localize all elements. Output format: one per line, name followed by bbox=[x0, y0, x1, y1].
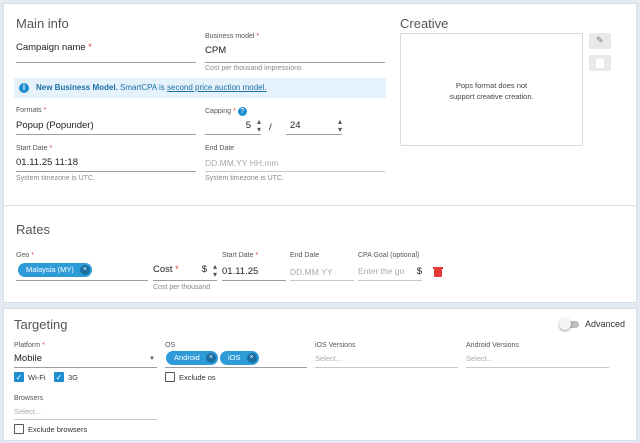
cost-currency: $ bbox=[201, 264, 207, 275]
capping-period-input[interactable]: 24 ▴ ▾ bbox=[286, 118, 342, 134]
main-info-card: Main info Campaign name * Business model… bbox=[3, 3, 637, 303]
main-info-title: Main info bbox=[16, 16, 69, 31]
cpa-goal-input[interactable]: Enter the go $ bbox=[358, 266, 422, 280]
rates-title: Rates bbox=[16, 222, 50, 237]
start-date-input[interactable]: 01.11.25 11:18 bbox=[16, 157, 196, 168]
pencil-icon: ✎ bbox=[596, 35, 604, 45]
notice-link[interactable]: second price auction model. bbox=[167, 83, 267, 92]
os-chip-android[interactable]: Android × bbox=[166, 351, 218, 365]
end-date-hint: System timezone is UTC. bbox=[205, 175, 284, 182]
business-model-select[interactable]: CPM bbox=[205, 45, 385, 56]
capping-label: Capping * ? bbox=[205, 107, 247, 116]
os-label: OS bbox=[165, 342, 176, 349]
cpa-goal-label: CPA Goal (optional) bbox=[358, 252, 420, 259]
capping-period-underline bbox=[286, 134, 342, 135]
capping-count-input[interactable]: 5 ▴ ▾ bbox=[205, 118, 261, 134]
capping-count-underline bbox=[205, 134, 261, 135]
exclude-browsers-checkbox[interactable] bbox=[14, 424, 24, 434]
end-date-input[interactable]: DD.MM.YY HH:mm bbox=[205, 158, 385, 168]
delete-rate-button[interactable] bbox=[433, 267, 443, 277]
wifi-label: Wi-Fi bbox=[28, 373, 46, 382]
info-icon: i bbox=[19, 83, 29, 93]
remove-chip-icon[interactable]: × bbox=[79, 265, 90, 275]
cost-hint: Cost per thousand bbox=[153, 284, 211, 291]
business-model-hint: Cost per thousand impressions bbox=[205, 65, 302, 72]
ios-versions-underline bbox=[315, 367, 458, 368]
browsers-label: Browsers bbox=[14, 395, 44, 402]
platform-select[interactable]: Mobile ▼ bbox=[14, 353, 157, 367]
trash-lid bbox=[433, 267, 443, 269]
browsers-underline bbox=[14, 419, 157, 420]
start-date-underline bbox=[16, 171, 196, 172]
android-versions-underline bbox=[466, 367, 609, 368]
section-divider bbox=[4, 205, 636, 206]
geo-label: Geo * bbox=[16, 252, 34, 259]
creative-message: Pops format does not support creative cr… bbox=[449, 81, 534, 101]
required-mark: * bbox=[88, 42, 92, 52]
cpa-currency: $ bbox=[416, 266, 422, 277]
ios-versions-select[interactable]: Select... bbox=[315, 354, 342, 363]
end-date-underline bbox=[205, 171, 385, 172]
spinner-icon[interactable]: ▴ ▾ bbox=[213, 263, 217, 279]
cpa-goal-underline bbox=[358, 280, 422, 281]
toggle-thumb bbox=[559, 318, 571, 330]
trash-icon bbox=[434, 269, 442, 277]
capping-separator: / bbox=[269, 122, 272, 133]
rates-end-label: End Date bbox=[290, 252, 320, 259]
rates-end-underline bbox=[290, 280, 354, 281]
platform-label: Platform * bbox=[14, 342, 45, 349]
creative-box: Pops format does not support creative cr… bbox=[400, 33, 583, 146]
notice-bold: New Business Model. bbox=[36, 83, 118, 92]
android-versions-select[interactable]: Select... bbox=[466, 354, 493, 363]
exclude-os-checkbox[interactable] bbox=[165, 372, 175, 382]
edit-creative-button[interactable]: ✎ bbox=[589, 33, 611, 49]
3g-checkbox[interactable]: ✓ bbox=[54, 372, 64, 382]
end-date-label: End Date bbox=[205, 145, 235, 152]
geo-chip[interactable]: Malaysia (MY) × bbox=[18, 263, 92, 277]
advanced-toggle[interactable] bbox=[559, 318, 579, 330]
campaign-name-field[interactable]: Campaign name * bbox=[16, 42, 196, 62]
android-versions-label: Android Versions bbox=[466, 342, 519, 349]
dropdown-arrow-icon: ▼ bbox=[149, 356, 155, 362]
remove-chip-icon[interactable]: × bbox=[205, 353, 216, 363]
notice-text: New Business Model. SmartCPA is second p… bbox=[36, 83, 267, 92]
campaign-name-label: Campaign name bbox=[16, 42, 86, 53]
business-model-underline bbox=[205, 62, 385, 63]
remove-chip-icon[interactable]: × bbox=[246, 353, 257, 363]
creative-title: Creative bbox=[400, 16, 449, 31]
business-model-notice: i New Business Model. SmartCPA is second… bbox=[14, 78, 386, 98]
spinner-icon[interactable]: ▴ ▾ bbox=[257, 118, 261, 134]
formats-select[interactable]: Popup (Popunder) bbox=[16, 120, 196, 131]
delete-creative-button[interactable] bbox=[589, 55, 611, 71]
os-chip-ios[interactable]: iOS × bbox=[220, 351, 259, 365]
targeting-title: Targeting bbox=[14, 317, 68, 332]
ios-versions-label: iOS Versions bbox=[315, 342, 356, 349]
exclude-os-label: Exclude os bbox=[179, 373, 216, 382]
campaign-name-underline bbox=[16, 62, 196, 63]
platform-underline bbox=[14, 367, 157, 368]
wifi-checkbox[interactable]: ✓ bbox=[14, 372, 24, 382]
3g-label: 3G bbox=[68, 373, 79, 382]
start-date-hint: System timezone is UTC. bbox=[16, 175, 95, 182]
formats-label: Formats * bbox=[16, 107, 47, 114]
cost-input[interactable]: Cost * $ ▴ ▾ bbox=[153, 263, 217, 279]
trash-icon bbox=[596, 59, 604, 68]
formats-underline bbox=[16, 134, 196, 135]
business-model-label: Business model * bbox=[205, 33, 260, 40]
start-date-label: Start Date * bbox=[16, 145, 53, 152]
browsers-select[interactable]: Select... bbox=[14, 407, 41, 416]
rates-start-underline bbox=[222, 280, 286, 281]
help-icon[interactable]: ? bbox=[237, 107, 247, 116]
spinner-icon[interactable]: ▴ ▾ bbox=[338, 118, 342, 134]
notice-body: SmartCPA is bbox=[117, 83, 167, 92]
geo-underline bbox=[16, 280, 148, 281]
cost-underline bbox=[153, 280, 217, 281]
rates-start-label: Start Date * bbox=[222, 252, 259, 259]
exclude-browsers-label: Exclude browsers bbox=[28, 425, 88, 434]
rates-start-input[interactable]: 01.11.25 bbox=[222, 266, 258, 277]
targeting-card: Targeting Advanced Platform * Mobile ▼ ✓… bbox=[3, 308, 637, 441]
advanced-label: Advanced bbox=[585, 319, 626, 329]
rates-end-input[interactable]: DD.MM.YY bbox=[290, 267, 333, 277]
os-underline bbox=[165, 367, 307, 368]
